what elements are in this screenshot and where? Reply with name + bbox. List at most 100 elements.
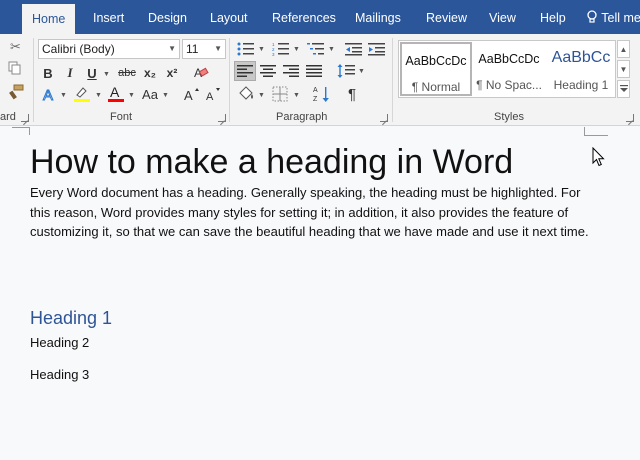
tab-mailings[interactable]: Mailings — [355, 0, 401, 34]
line-spacing-dropdown-arrow[interactable]: ▼ — [358, 68, 365, 75]
decrease-indent-icon[interactable] — [344, 40, 364, 58]
numbering-dropdown-arrow[interactable]: ▼ — [293, 46, 300, 53]
underline-dropdown-arrow[interactable]: ▼ — [103, 71, 110, 78]
style-preview: AaBbCcDc — [478, 52, 540, 66]
shading-dropdown-arrow[interactable]: ▼ — [258, 92, 265, 99]
bullets-icon[interactable] — [235, 40, 257, 58]
text-highlight-icon[interactable] — [72, 84, 92, 104]
tab-view[interactable]: View — [489, 0, 516, 34]
tell-me-box[interactable]: Tell me — [586, 0, 640, 34]
tab-help[interactable]: Help — [540, 0, 566, 34]
shrink-font-icon[interactable]: A — [206, 85, 222, 103]
change-case-dropdown-arrow[interactable]: ▼ — [162, 92, 169, 99]
styles-gallery: AaBbCcDc ¶ Normal AaBbCcDc ¶ No Spac... … — [398, 40, 616, 98]
group-clipboard-label: ard — [0, 111, 16, 123]
strikethrough-button[interactable]: abc — [116, 64, 138, 82]
cut-icon[interactable]: ✂ — [10, 39, 21, 55]
borders-icon[interactable] — [270, 85, 290, 103]
clipboard-dialog-launcher[interactable] — [21, 114, 29, 122]
styles-more-button[interactable] — [617, 80, 630, 98]
borders-dropdown-arrow[interactable]: ▼ — [293, 92, 300, 99]
margin-corner-mark — [584, 135, 608, 136]
tab-insert[interactable]: Insert — [93, 0, 124, 34]
text-effects-icon[interactable]: A — [40, 85, 58, 103]
group-font-label: Font — [110, 111, 133, 123]
tab-design[interactable]: Design — [148, 0, 187, 34]
svg-text:A: A — [313, 87, 318, 94]
align-left-icon[interactable] — [234, 61, 256, 81]
heading-3-text: Heading 3 — [30, 367, 90, 382]
svg-text:A: A — [184, 88, 193, 102]
heading-2-text: Heading 2 — [30, 335, 90, 350]
tab-references[interactable]: References — [272, 0, 336, 34]
styles-scroll-down-button[interactable]: ▼ — [617, 60, 630, 78]
grow-font-icon[interactable]: A — [184, 85, 200, 103]
svg-text:A: A — [110, 84, 120, 100]
line-spacing-icon[interactable] — [335, 61, 357, 81]
group-paragraph-label: Paragraph — [276, 111, 328, 123]
style-name: ¶ Normal — [411, 80, 461, 94]
svg-text:A: A — [43, 87, 53, 102]
margin-corner-mark — [29, 127, 30, 135]
underline-button[interactable]: U — [84, 64, 100, 82]
document-page[interactable]: How to make a heading in Word Every Word… — [0, 127, 640, 460]
italic-button[interactable]: I — [62, 64, 78, 82]
ribbon: ✂ ard Calibri (Body) ▼ 11 ▼ B I U ▼ abc … — [0, 34, 640, 126]
font-name-combobox[interactable]: Calibri (Body) ▼ — [38, 39, 180, 59]
font-size-value: 11 — [186, 42, 199, 56]
font-color-dropdown-arrow[interactable]: ▼ — [128, 92, 135, 99]
bullets-dropdown-arrow[interactable]: ▼ — [258, 46, 265, 53]
shading-icon[interactable] — [236, 84, 256, 104]
chevron-down-icon: ▼ — [214, 44, 222, 53]
align-right-icon[interactable] — [280, 61, 302, 81]
justify-icon[interactable] — [303, 61, 325, 81]
font-dialog-launcher[interactable] — [218, 114, 226, 122]
paragraph-dialog-launcher[interactable] — [380, 114, 388, 122]
copy-icon[interactable] — [8, 61, 22, 78]
styles-scroll-up-button[interactable]: ▲ — [617, 40, 630, 58]
svg-text:3: 3 — [272, 52, 275, 56]
tab-home[interactable]: Home — [22, 4, 76, 34]
format-painter-icon[interactable] — [8, 84, 24, 103]
multilevel-dropdown-arrow[interactable]: ▼ — [328, 46, 335, 53]
superscript-button[interactable]: x² — [163, 64, 181, 82]
tab-layout[interactable]: Layout — [210, 0, 248, 34]
lightbulb-icon — [587, 10, 597, 23]
ribbon-tab-bar: Home Insert Design Layout References Mai… — [0, 0, 640, 34]
clear-formatting-icon[interactable]: A — [192, 63, 210, 81]
text-effects-dropdown-arrow[interactable]: ▼ — [60, 92, 67, 99]
mouse-pointer-icon — [592, 147, 605, 167]
tab-review[interactable]: Review — [426, 0, 467, 34]
tell-me-label: Tell me — [601, 11, 640, 25]
subscript-button[interactable]: x₂ — [141, 64, 159, 82]
sort-icon[interactable]: AZ — [312, 84, 332, 104]
style-heading-1[interactable]: AaBbCc Heading 1 — [545, 42, 617, 96]
highlight-dropdown-arrow[interactable]: ▼ — [95, 92, 102, 99]
group-separator — [33, 38, 34, 122]
style-no-spacing[interactable]: AaBbCcDc ¶ No Spac... — [473, 42, 545, 96]
body-paragraph: Every Word document has a heading. Gener… — [30, 185, 589, 239]
font-color-icon[interactable]: A — [107, 83, 125, 105]
document-title: How to make a heading in Word — [30, 143, 514, 181]
group-styles-label: Styles — [494, 111, 524, 123]
font-size-combobox[interactable]: 11 ▼ — [182, 39, 226, 59]
multilevel-list-icon[interactable] — [305, 40, 327, 58]
style-name: ¶ No Spac... — [476, 78, 542, 92]
svg-text:Z: Z — [313, 96, 318, 103]
margin-corner-mark — [12, 127, 30, 128]
style-preview: AaBbCc — [551, 49, 611, 66]
style-name: Heading 1 — [553, 78, 609, 92]
styles-dialog-launcher[interactable] — [626, 114, 634, 122]
change-case-button[interactable]: Aa — [140, 85, 160, 103]
bold-button[interactable]: B — [40, 64, 56, 82]
font-name-value: Calibri (Body) — [42, 42, 115, 56]
style-normal[interactable]: AaBbCcDc ¶ Normal — [400, 42, 472, 96]
align-center-icon[interactable] — [257, 61, 279, 81]
margin-corner-mark — [584, 127, 585, 136]
show-formatting-marks-button[interactable]: ¶ — [342, 84, 362, 104]
chevron-down-icon: ▼ — [168, 44, 176, 53]
numbering-icon[interactable]: 123 — [270, 40, 292, 58]
more-icon — [619, 85, 628, 92]
increase-indent-icon[interactable] — [367, 40, 387, 58]
group-separator — [229, 38, 230, 122]
